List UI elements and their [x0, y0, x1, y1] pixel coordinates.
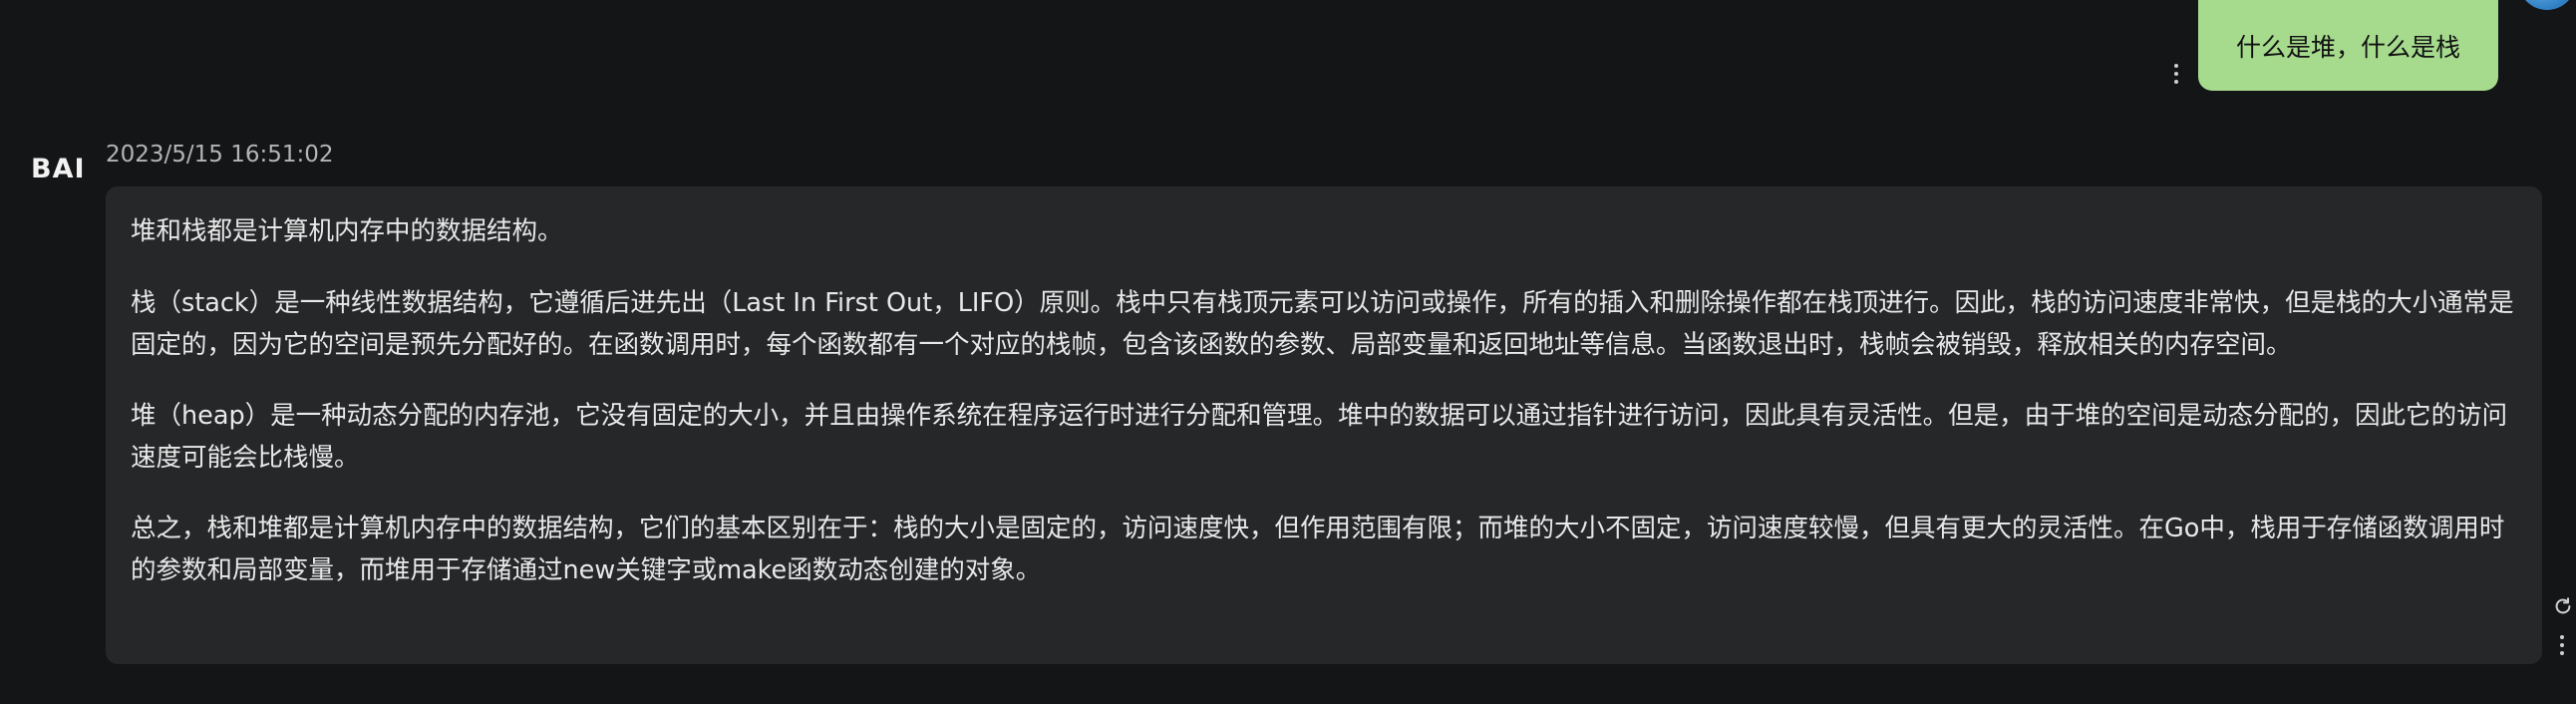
answer-paragraph: 堆和栈都是计算机内存中的数据结构。: [131, 216, 563, 246]
user-avatar[interactable]: [2518, 0, 2576, 10]
message-timestamp: 2023/5/15 16:51:02: [106, 142, 334, 168]
answer-paragraph: 总之，栈和堆都是计算机内存中的数据结构，它们的基本区别在于：栈的大小是固定的，访…: [131, 514, 2505, 585]
user-message-text: 什么是堆，什么是栈: [2235, 32, 2460, 62]
refresh-icon[interactable]: [2552, 595, 2574, 617]
bot-answer-card: 堆和栈都是计算机内存中的数据结构。 栈（stack）是一种线性数据结构，它遵循后…: [106, 186, 2542, 664]
bot-avatar: BAI: [31, 154, 86, 184]
chat-page: 什么是堆，什么是栈 BAI 2023/5/15 16:51:02 堆和栈都是计算…: [0, 0, 2576, 704]
bot-message-more-icon[interactable]: [2557, 635, 2567, 655]
answer-paragraph: 栈（stack）是一种线性数据结构，它遵循后进先出（Last In First …: [131, 288, 2514, 360]
user-message-more-icon[interactable]: [2171, 64, 2181, 84]
answer-paragraph: 堆（heap）是一种动态分配的内存池，它没有固定的大小，并且由操作系统在程序运行…: [131, 401, 2508, 473]
user-message-bubble: 什么是堆，什么是栈: [2198, 0, 2498, 91]
